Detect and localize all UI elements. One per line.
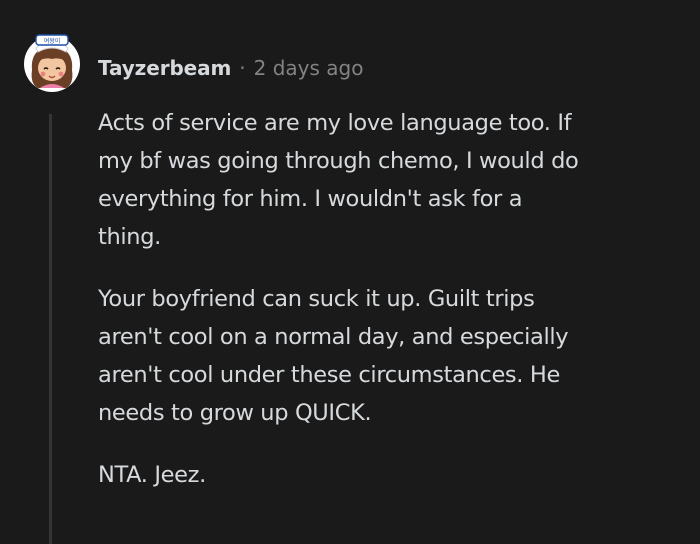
comment-meta: Tayzerbeam · 2 days ago (98, 53, 363, 83)
text-line: aren't cool under these circumstances. H… (98, 362, 560, 388)
user-avatar[interactable]: 여왕이 (22, 26, 82, 94)
comment-paragraph: NTA. Jeez. (98, 456, 678, 494)
text-line: everything for him. I wouldn't ask for a (98, 186, 523, 212)
text-line: NTA. Jeez. (98, 462, 206, 488)
comment-paragraph: Acts of service are my love language too… (98, 104, 678, 256)
username-link[interactable]: Tayzerbeam (98, 56, 231, 80)
timestamp[interactable]: 2 days ago (254, 56, 364, 80)
comment-paragraph: Your boyfriend can suck it up. Guilt tri… (98, 280, 678, 432)
text-line: Acts of service are my love language too… (98, 110, 572, 136)
text-line: aren't cool on a normal day, and especia… (98, 324, 569, 350)
comment-body: Acts of service are my love language too… (98, 104, 678, 518)
avatar-badge: 여왕이 (44, 37, 61, 45)
avatar-icon: 여왕이 (24, 34, 80, 92)
comment: 여왕이 Tayzerbeam · 2 days ago Acts of serv… (0, 0, 700, 544)
thread-collapse-line[interactable] (49, 114, 52, 544)
text-line: Your boyfriend can suck it up. Guilt tri… (98, 286, 535, 312)
text-line: needs to grow up QUICK. (98, 400, 372, 426)
meta-separator: · (239, 56, 246, 80)
text-line: my bf was going through chemo, I would d… (98, 148, 579, 174)
text-line: thing. (98, 224, 161, 250)
